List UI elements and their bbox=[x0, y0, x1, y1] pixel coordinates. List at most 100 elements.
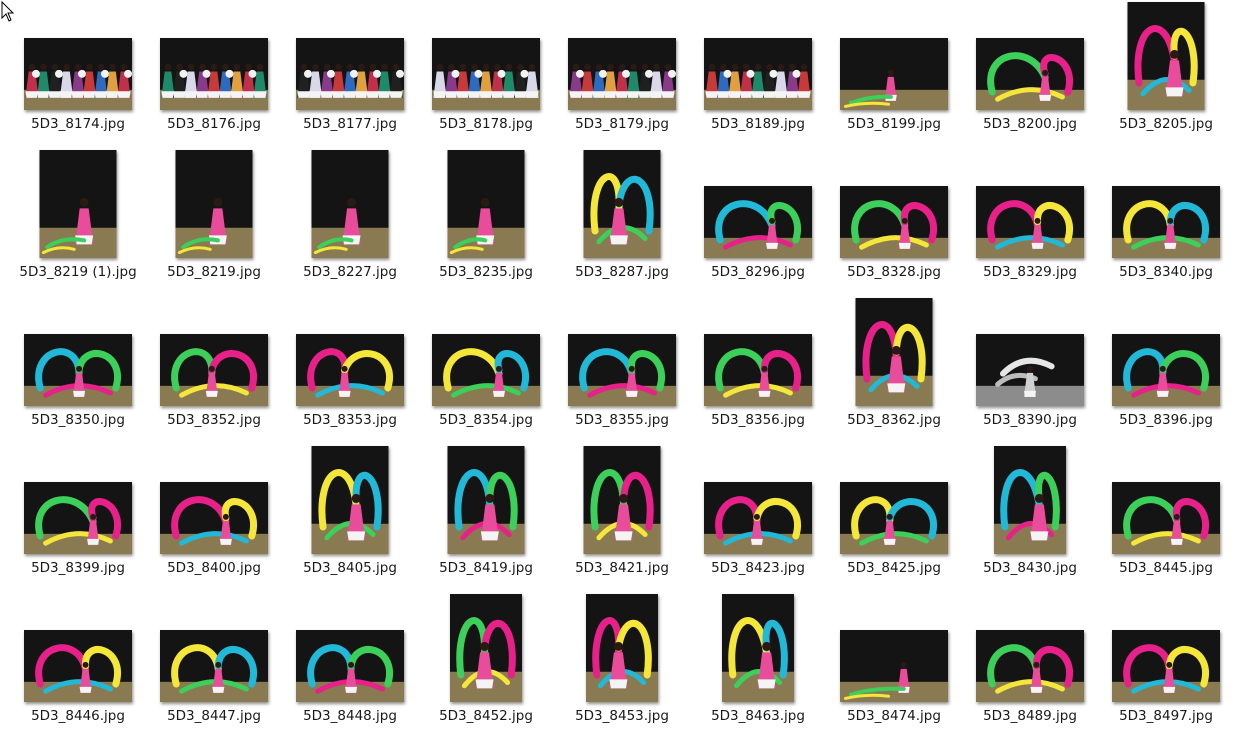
image-thumbnail[interactable] bbox=[583, 446, 661, 554]
file-thumbnail-item[interactable]: 5D3_8329.jpg bbox=[962, 148, 1098, 296]
file-thumbnail-item[interactable]: 5D3_8355.jpg bbox=[554, 296, 690, 444]
image-thumbnail[interactable] bbox=[160, 38, 268, 110]
image-thumbnail[interactable] bbox=[1112, 630, 1220, 702]
image-thumbnail[interactable] bbox=[704, 38, 812, 110]
file-thumbnail-item[interactable]: 5D3_8177.jpg bbox=[282, 0, 418, 148]
file-thumbnail-item[interactable]: 5D3_8419.jpg bbox=[418, 444, 554, 592]
file-thumbnail-item[interactable]: 5D3_8423.jpg bbox=[690, 444, 826, 592]
file-thumbnail-item[interactable]: 5D3_8400.jpg bbox=[146, 444, 282, 592]
image-thumbnail[interactable] bbox=[840, 630, 948, 702]
image-thumbnail[interactable] bbox=[1112, 334, 1220, 406]
file-thumbnail-item[interactable]: 5D3_8340.jpg bbox=[1098, 148, 1234, 296]
thumbnail-frame bbox=[826, 0, 962, 110]
image-thumbnail[interactable] bbox=[976, 334, 1084, 406]
thumbnail-frame bbox=[690, 592, 826, 702]
file-thumbnail-item[interactable]: 5D3_8430.jpg bbox=[962, 444, 1098, 592]
image-thumbnail[interactable] bbox=[722, 594, 794, 702]
file-thumbnail-item[interactable]: 5D3_8353.jpg bbox=[282, 296, 418, 444]
file-thumbnail-item[interactable]: 5D3_8447.jpg bbox=[146, 592, 282, 731]
file-thumbnail-item[interactable]: 5D3_8399.jpg bbox=[10, 444, 146, 592]
image-thumbnail[interactable] bbox=[568, 334, 676, 406]
file-thumbnail-item[interactable]: 5D3_8390.jpg bbox=[962, 296, 1098, 444]
file-thumbnail-item[interactable]: 5D3_8463.jpg bbox=[690, 592, 826, 731]
image-thumbnail[interactable] bbox=[704, 186, 812, 258]
file-thumbnail-item[interactable]: 5D3_8296.jpg bbox=[690, 148, 826, 296]
image-thumbnail[interactable] bbox=[704, 334, 812, 406]
file-thumbnail-item[interactable]: 5D3_8362.jpg bbox=[826, 296, 962, 444]
image-thumbnail[interactable] bbox=[855, 298, 933, 406]
image-thumbnail[interactable] bbox=[447, 446, 525, 554]
file-thumbnail-item[interactable]: 5D3_8405.jpg bbox=[282, 444, 418, 592]
image-thumbnail[interactable] bbox=[296, 334, 404, 406]
image-thumbnail[interactable] bbox=[432, 334, 540, 406]
image-thumbnail[interactable] bbox=[583, 150, 661, 258]
mouse-pointer-icon bbox=[1, 1, 15, 22]
image-thumbnail[interactable] bbox=[160, 334, 268, 406]
image-thumbnail[interactable] bbox=[24, 38, 132, 110]
file-thumbnail-item[interactable]: 5D3_8350.jpg bbox=[10, 296, 146, 444]
file-thumbnail-item[interactable]: 5D3_8354.jpg bbox=[418, 296, 554, 444]
image-thumbnail[interactable] bbox=[160, 482, 268, 554]
photo-preview bbox=[704, 334, 812, 406]
image-thumbnail[interactable] bbox=[432, 38, 540, 110]
image-thumbnail[interactable] bbox=[175, 150, 253, 258]
photo-preview bbox=[39, 150, 117, 258]
image-thumbnail[interactable] bbox=[976, 38, 1084, 110]
image-thumbnail[interactable] bbox=[311, 446, 389, 554]
file-thumbnail-item[interactable]: 5D3_8446.jpg bbox=[10, 592, 146, 731]
image-thumbnail[interactable] bbox=[976, 630, 1084, 702]
image-thumbnail[interactable] bbox=[447, 150, 525, 258]
image-thumbnail[interactable] bbox=[24, 482, 132, 554]
file-thumbnail-item[interactable]: 5D3_8474.jpg bbox=[826, 592, 962, 731]
file-thumbnail-item[interactable]: 5D3_8178.jpg bbox=[418, 0, 554, 148]
image-thumbnail[interactable] bbox=[1112, 482, 1220, 554]
image-thumbnail[interactable] bbox=[704, 482, 812, 554]
photo-preview bbox=[976, 334, 1084, 406]
file-thumbnail-item[interactable]: 5D3_8219 (1).jpg bbox=[10, 148, 146, 296]
image-thumbnail[interactable] bbox=[840, 482, 948, 554]
image-thumbnail[interactable] bbox=[160, 630, 268, 702]
image-thumbnail[interactable] bbox=[296, 630, 404, 702]
file-thumbnail-item[interactable]: 5D3_8179.jpg bbox=[554, 0, 690, 148]
image-thumbnail[interactable] bbox=[39, 150, 117, 258]
file-thumbnail-item[interactable]: 5D3_8425.jpg bbox=[826, 444, 962, 592]
image-thumbnail[interactable] bbox=[450, 594, 522, 702]
thumbnail-frame bbox=[962, 444, 1098, 554]
image-thumbnail[interactable] bbox=[24, 630, 132, 702]
file-thumbnail-item[interactable]: 5D3_8199.jpg bbox=[826, 0, 962, 148]
image-thumbnail[interactable] bbox=[311, 150, 389, 258]
image-thumbnail[interactable] bbox=[296, 38, 404, 110]
file-thumbnail-item[interactable]: 5D3_8421.jpg bbox=[554, 444, 690, 592]
file-thumbnail-item[interactable]: 5D3_8235.jpg bbox=[418, 148, 554, 296]
file-name-label: 5D3_8425.jpg bbox=[847, 560, 941, 576]
image-thumbnail[interactable] bbox=[568, 38, 676, 110]
file-thumbnail-item[interactable]: 5D3_8174.jpg bbox=[10, 0, 146, 148]
file-thumbnail-item[interactable]: 5D3_8328.jpg bbox=[826, 148, 962, 296]
image-thumbnail[interactable] bbox=[840, 186, 948, 258]
image-thumbnail[interactable] bbox=[24, 334, 132, 406]
image-thumbnail[interactable] bbox=[976, 186, 1084, 258]
image-thumbnail[interactable] bbox=[586, 594, 658, 702]
file-thumbnail-item[interactable]: 5D3_8189.jpg bbox=[690, 0, 826, 148]
thumbnail-frame bbox=[146, 444, 282, 554]
image-thumbnail[interactable] bbox=[1112, 186, 1220, 258]
file-thumbnail-item[interactable]: 5D3_8176.jpg bbox=[146, 0, 282, 148]
file-thumbnail-item[interactable]: 5D3_8396.jpg bbox=[1098, 296, 1234, 444]
file-thumbnail-item[interactable]: 5D3_8352.jpg bbox=[146, 296, 282, 444]
file-thumbnail-item[interactable]: 5D3_8227.jpg bbox=[282, 148, 418, 296]
image-thumbnail[interactable] bbox=[840, 38, 948, 110]
file-thumbnail-item[interactable]: 5D3_8452.jpg bbox=[418, 592, 554, 731]
file-thumbnail-item[interactable]: 5D3_8445.jpg bbox=[1098, 444, 1234, 592]
file-thumbnail-item[interactable]: 5D3_8205.jpg bbox=[1098, 0, 1234, 148]
file-thumbnail-item[interactable]: 5D3_8448.jpg bbox=[282, 592, 418, 731]
file-thumbnail-item[interactable]: 5D3_8489.jpg bbox=[962, 592, 1098, 731]
image-thumbnail[interactable] bbox=[1127, 2, 1205, 110]
file-thumbnail-item[interactable]: 5D3_8453.jpg bbox=[554, 592, 690, 731]
file-thumbnail-item[interactable]: 5D3_8497.jpg bbox=[1098, 592, 1234, 731]
file-thumbnail-item[interactable]: 5D3_8219.jpg bbox=[146, 148, 282, 296]
file-thumbnail-item[interactable]: 5D3_8356.jpg bbox=[690, 296, 826, 444]
file-thumbnail-item[interactable]: 5D3_8200.jpg bbox=[962, 0, 1098, 148]
photo-preview bbox=[855, 298, 933, 406]
file-thumbnail-item[interactable]: 5D3_8287.jpg bbox=[554, 148, 690, 296]
image-thumbnail[interactable] bbox=[994, 446, 1066, 554]
